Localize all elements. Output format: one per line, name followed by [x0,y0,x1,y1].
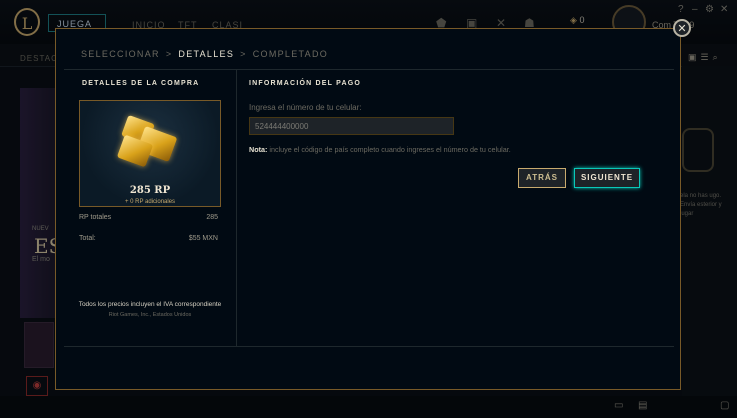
back-button[interactable]: ATRÁS [518,168,566,188]
divider [64,346,674,347]
note-text: incluye el código de país completo cuand… [267,145,511,154]
breadcrumb-select: SELECCIONAR [81,49,160,59]
next-button[interactable]: SIGUIENTE [574,168,640,188]
note-label: Nota: [249,145,268,154]
rp-bundle-card: 285 RP + 0 RP adicionales [79,100,221,207]
phone-input[interactable] [249,117,454,135]
company-note: Riot Games, Inc., Estados Unidos [108,312,192,318]
tax-note: Todos los precios incluyen el IVA corres… [78,301,222,308]
breadcrumb: SELECCIONAR > DETALLES > COMPLETADO [81,49,328,59]
purchase-details-title: DETALLES DE LA COMPRA [82,80,200,87]
rp-bonus: + 0 RP adicionales [124,199,176,205]
rp-amount: 285 RP [129,185,171,196]
total-value: $55 MXN [188,235,218,242]
payment-info-title: INFORMACIÓN DEL PAGO [249,80,362,87]
breadcrumb-complete: COMPLETADO [252,49,329,59]
divider [236,70,237,346]
phone-label: Ingresa el número de tu celular: [249,103,362,112]
total-label: Total: [79,235,96,242]
total-rp-value: 285 [206,214,218,221]
breadcrumb-separator: > [165,49,173,59]
phone-note: Nota: incluye el código de país completo… [249,145,511,154]
breadcrumb-details: DETALLES [178,49,235,59]
divider [64,69,674,70]
purchase-modal: SELECCIONAR > DETALLES > COMPLETADO DETALLES… [55,28,681,390]
total-rp-label: RP totales [79,214,112,221]
breadcrumb-separator: > [240,49,247,59]
close-modal-button[interactable]: ✕ [673,19,691,37]
